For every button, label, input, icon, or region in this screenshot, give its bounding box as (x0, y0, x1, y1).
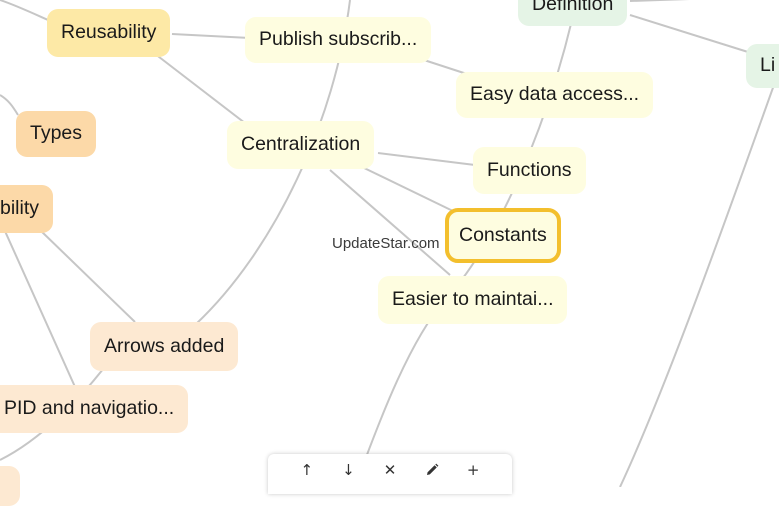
node-functions[interactable]: Functions (473, 147, 586, 194)
edge-curve (0, 0, 49, 21)
edge-line (171, 33, 251, 39)
watermark: UpdateStar.com (332, 235, 440, 252)
node-centralization[interactable]: Centralization (227, 121, 375, 169)
arrow-up-icon: ↑ (300, 461, 314, 479)
plus-icon: + (466, 461, 480, 479)
delete-button[interactable]: ✕ (372, 454, 408, 486)
edge-line (629, 0, 690, 2)
node-pid-navigation[interactable]: PID and navigatio... (0, 385, 189, 433)
edge-line (629, 14, 749, 53)
add-button[interactable]: + (455, 454, 491, 486)
node-easier-to-maintain[interactable]: Easier to maintai... (378, 276, 568, 324)
edit-button[interactable] (414, 454, 450, 486)
node-link-partial[interactable]: Li (746, 44, 779, 88)
node-ability-partial[interactable]: bility (0, 185, 54, 233)
edge-line (0, 219, 81, 399)
node-reusability[interactable]: Reusability (47, 9, 171, 57)
node-easy-data-access[interactable]: Easy data access... (456, 72, 654, 118)
edge-line (39, 229, 136, 323)
node-constants-selected[interactable]: Constants (445, 208, 561, 263)
pencil-icon (426, 463, 438, 475)
arrow-down-icon: ↓ (342, 461, 355, 479)
edge-curve (0, 94, 19, 116)
move-down-button[interactable]: ↓ (330, 454, 366, 486)
node-toolbar: ↑ ↓ ✕ + (268, 454, 512, 494)
close-icon: ✕ (383, 461, 397, 479)
edge-line (377, 152, 476, 166)
node-publish-subscribe[interactable]: Publish subscrib... (245, 17, 432, 63)
edge-line (359, 165, 456, 213)
node-types[interactable]: Types (16, 111, 97, 157)
move-up-button[interactable]: ↑ (289, 454, 325, 486)
node-partial-bottom[interactable] (0, 466, 20, 506)
node-arrows-added[interactable]: Arrows added (90, 322, 239, 371)
edge-line (329, 169, 451, 276)
node-definition[interactable]: Definition (518, 0, 628, 26)
